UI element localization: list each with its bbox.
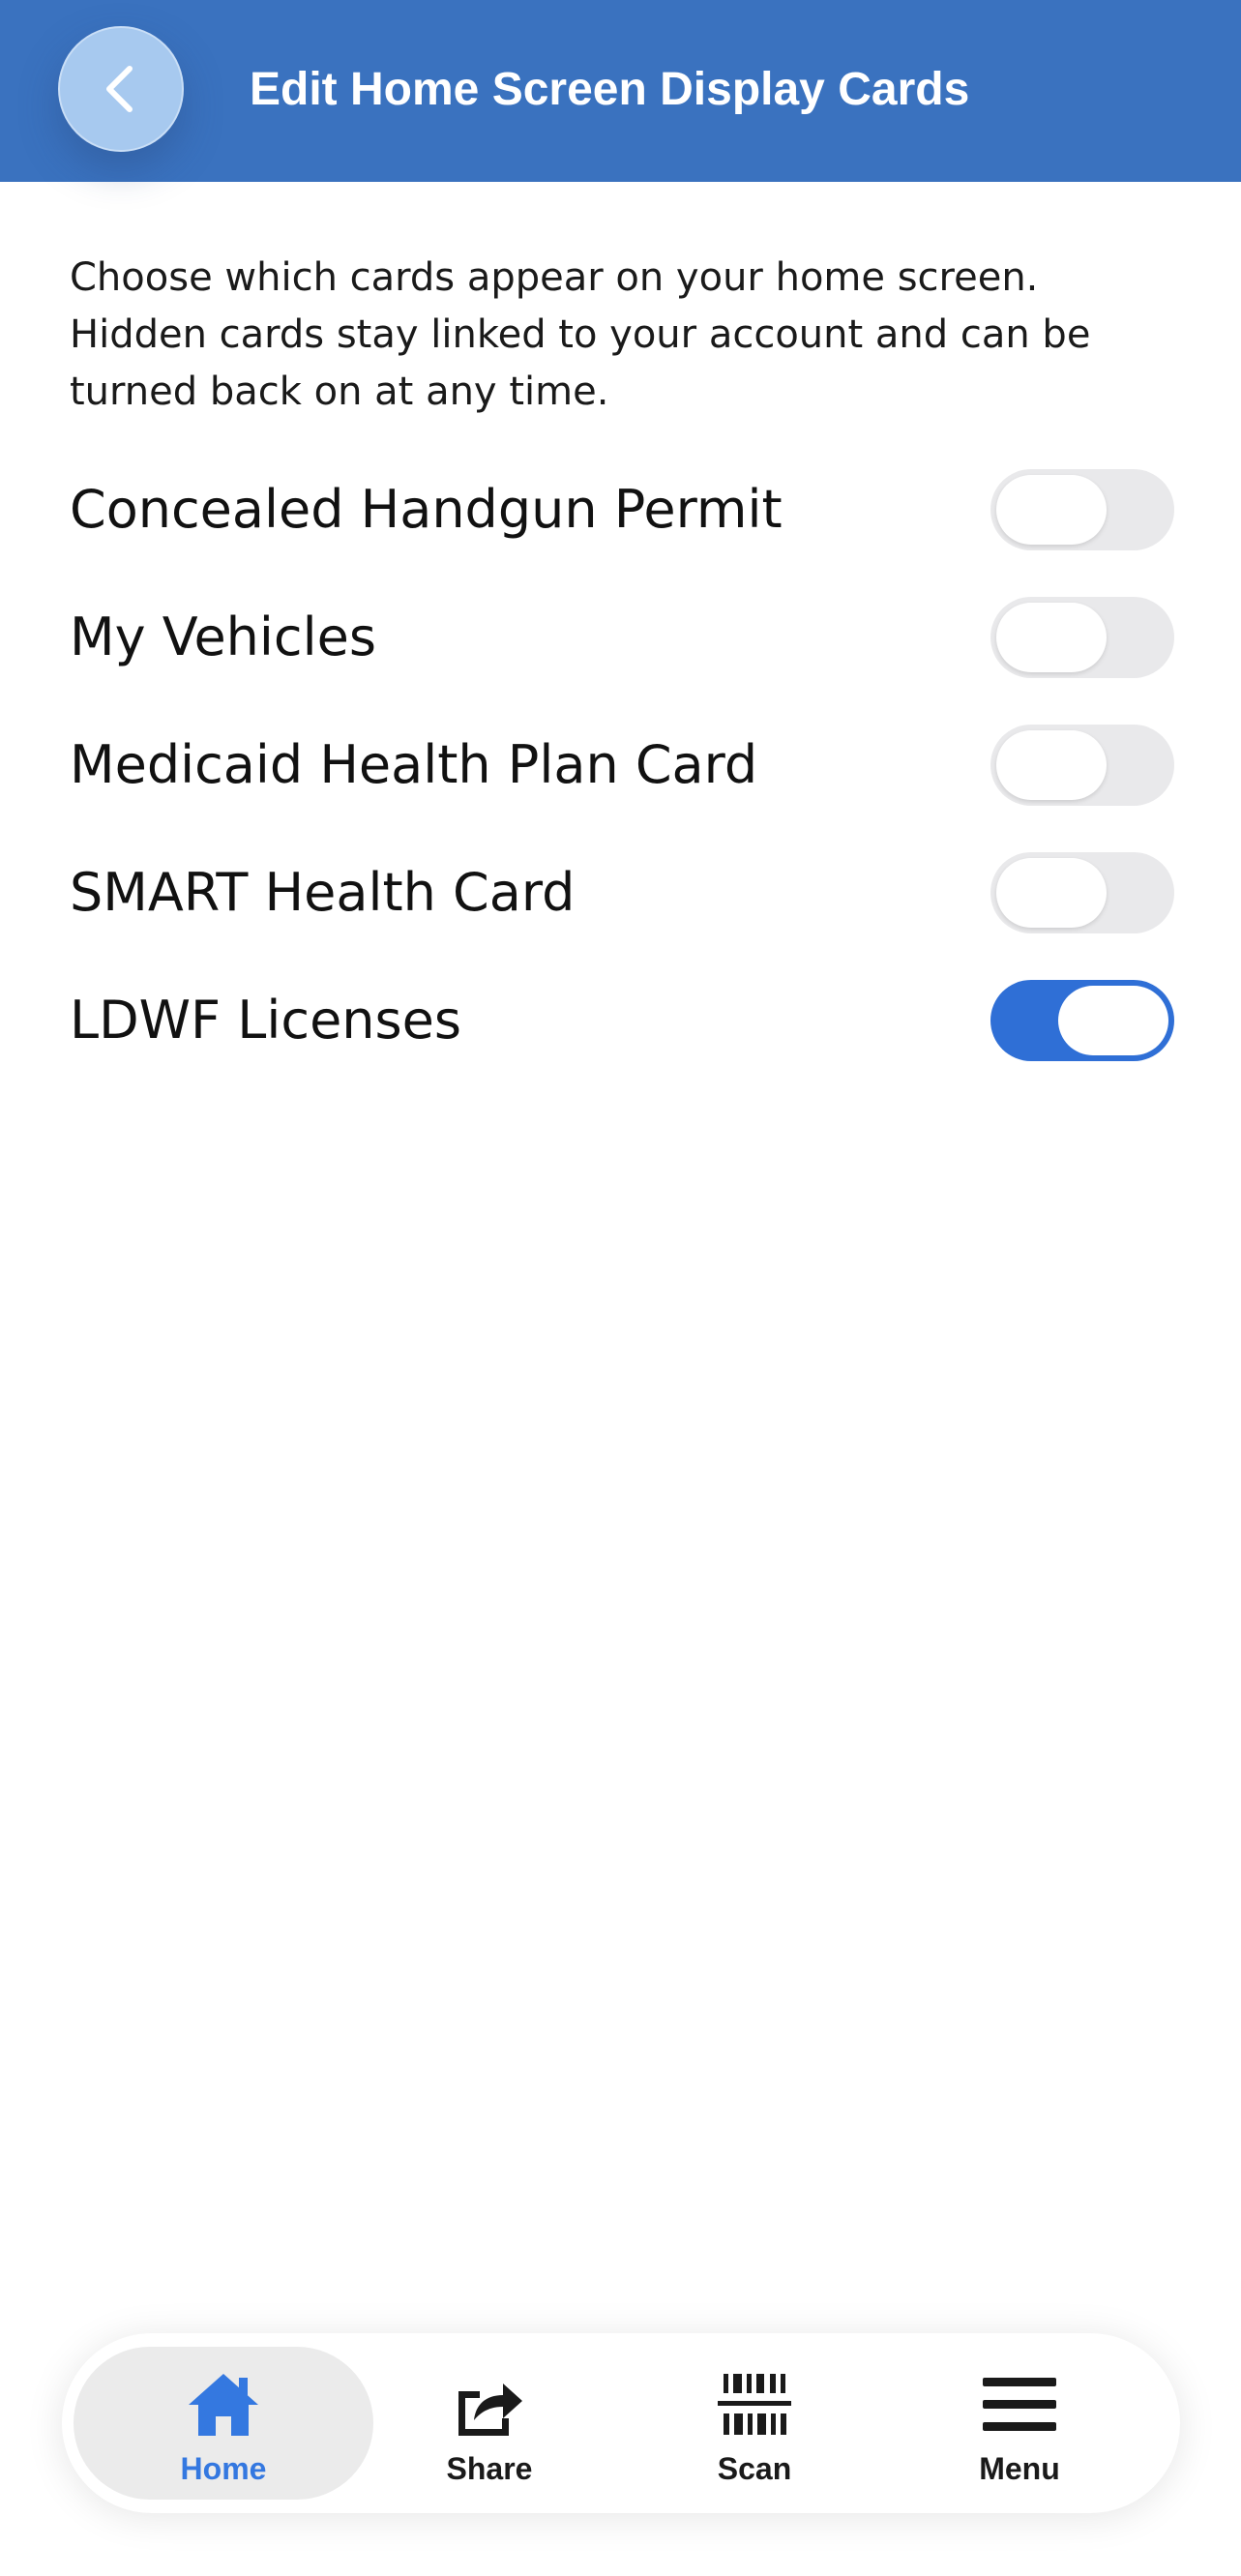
- tab-label: Share: [446, 2451, 533, 2486]
- toggle-ldwf-licenses[interactable]: [990, 980, 1174, 1061]
- card-row-concealed-handgun-permit: Concealed Handgun Permit: [70, 466, 1174, 553]
- tab-menu[interactable]: Menu: [874, 2347, 1165, 2500]
- intro-text: Choose which cards appear on your home s…: [70, 255, 1091, 414]
- share-icon: [458, 2384, 522, 2436]
- tab-label: Menu: [979, 2451, 1060, 2486]
- card-row-medicaid-health-plan-card: Medicaid Health Plan Card: [70, 722, 1174, 809]
- card-label: LDWF Licenses: [70, 990, 461, 1051]
- toggle-knob: [996, 858, 1107, 928]
- card-label: My Vehicles: [70, 607, 376, 667]
- menu-icon: [983, 2378, 1056, 2431]
- chevron-left-icon: [106, 66, 133, 112]
- toggle-medicaid-health-plan-card[interactable]: [990, 725, 1174, 806]
- toggle-concealed-handgun-permit[interactable]: [990, 469, 1174, 550]
- barcode-icon: [718, 2374, 791, 2435]
- home-icon: [189, 2374, 258, 2436]
- app-header: Edit Home Screen Display Cards: [0, 0, 1241, 182]
- tab-scan[interactable]: Scan: [609, 2347, 900, 2500]
- toggle-my-vehicles[interactable]: [990, 597, 1174, 678]
- toggle-smart-health-card[interactable]: [990, 852, 1174, 933]
- card-row-ldwf-licenses: LDWF Licenses: [70, 977, 1174, 1064]
- toggle-knob: [996, 475, 1107, 545]
- card-label: Medicaid Health Plan Card: [70, 734, 758, 795]
- tab-share[interactable]: Share: [344, 2347, 635, 2500]
- back-button[interactable]: [58, 26, 184, 152]
- toggle-knob: [1058, 986, 1168, 1055]
- card-label: Concealed Handgun Permit: [70, 479, 783, 540]
- toggle-knob: [996, 730, 1107, 800]
- tab-label: Home: [180, 2451, 267, 2486]
- toggle-knob: [996, 603, 1107, 672]
- page-title: Edit Home Screen Display Cards: [250, 64, 970, 115]
- card-row-smart-health-card: SMART Health Card: [70, 849, 1174, 936]
- card-label: SMART Health Card: [70, 862, 576, 923]
- tab-label: Scan: [717, 2451, 792, 2486]
- tab-home[interactable]: Home: [74, 2347, 373, 2500]
- bottom-tab-bar: Home Share Scan Menu: [62, 2333, 1180, 2513]
- card-row-my-vehicles: My Vehicles: [70, 594, 1174, 681]
